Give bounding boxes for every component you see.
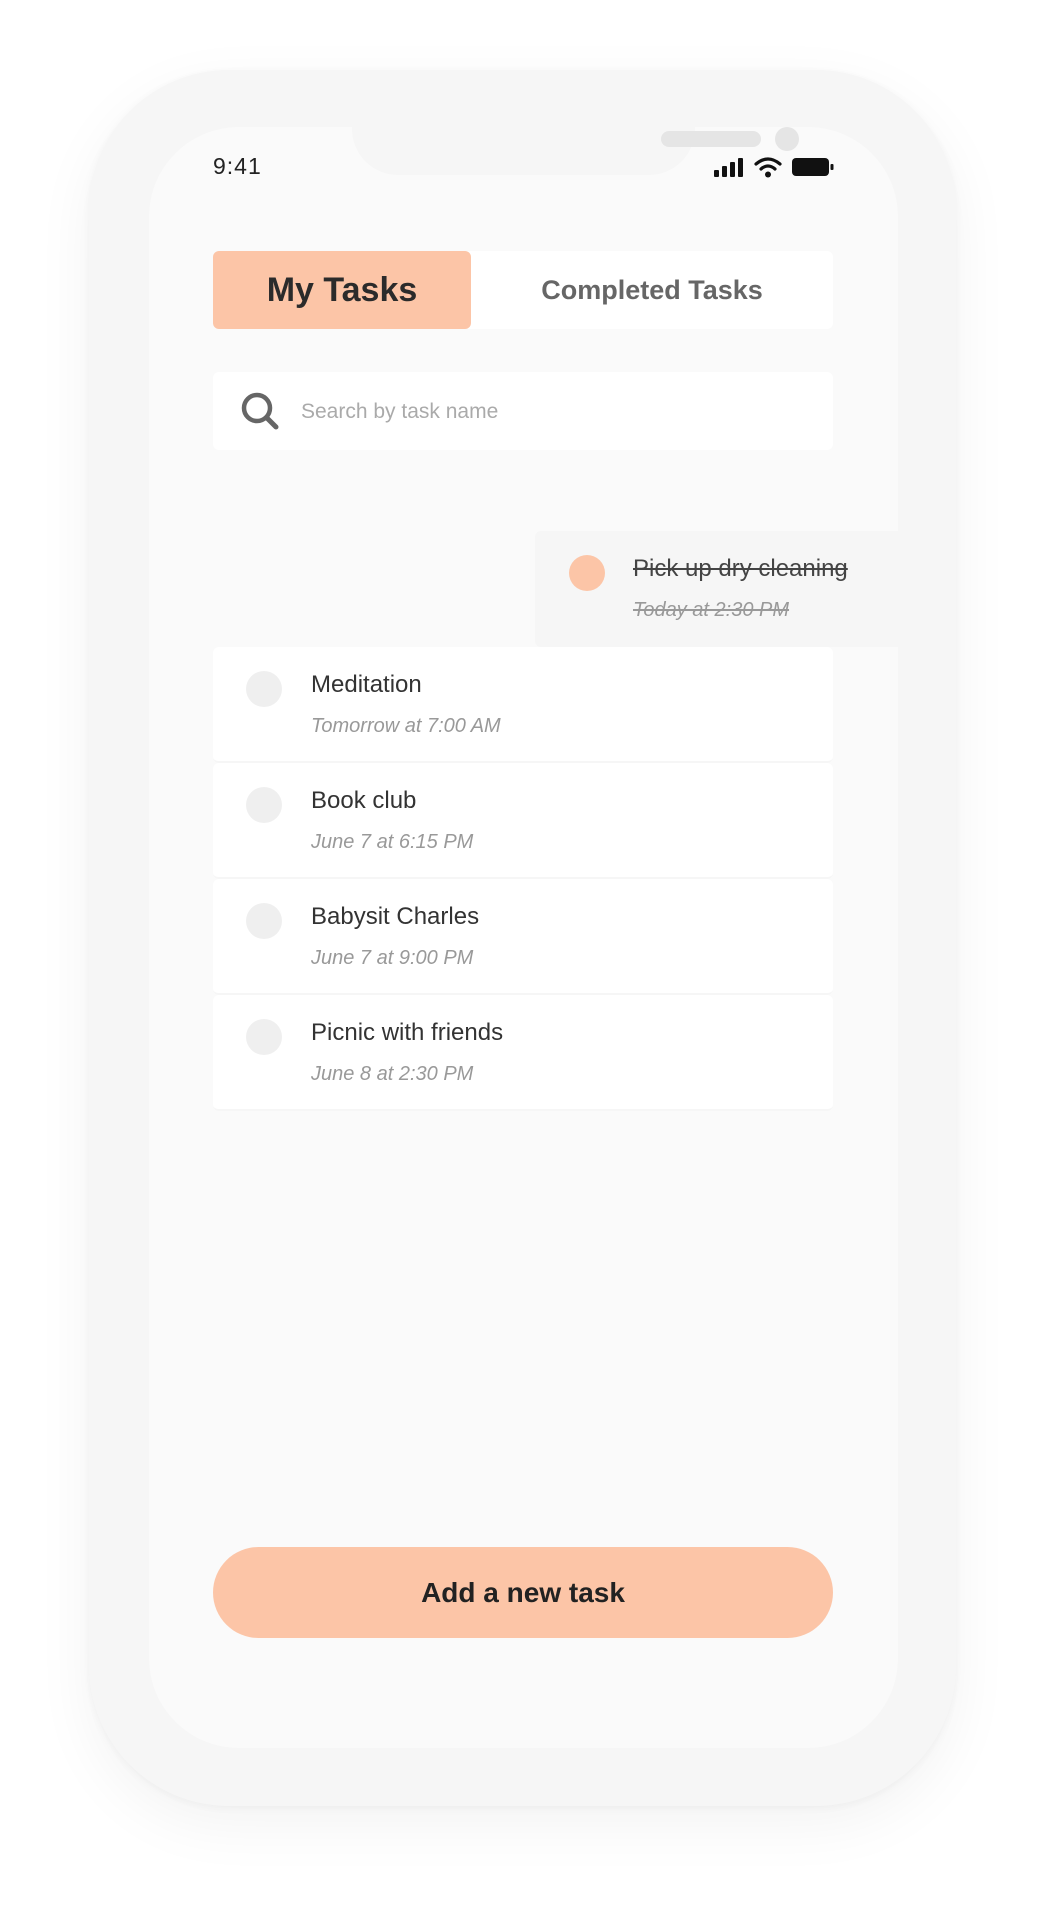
task-list: Meditation Tomorrow at 7:00 AM Book club… (213, 647, 833, 1111)
task-checkbox[interactable] (246, 903, 282, 939)
task-checkbox[interactable] (246, 671, 282, 707)
swiped-task-item[interactable]: Pick up dry cleaning Today at 2:30 PM (535, 531, 898, 647)
task-title: Picnic with friends (311, 1019, 504, 1046)
search-input[interactable] (299, 372, 803, 452)
task-checkbox-checked[interactable] (569, 555, 605, 591)
wifi-icon (754, 157, 782, 178)
stage: 9:41 My Tasks Completed Tasks Search by … (0, 0, 1046, 1920)
task-checkbox[interactable] (246, 787, 282, 823)
task-title: Meditation (311, 671, 422, 698)
task-due-date: Tomorrow at 7:00 AM (311, 715, 501, 737)
task-item[interactable]: Picnic with friends June 8 at 2:30 PM (213, 995, 833, 1111)
task-item[interactable]: Meditation Tomorrow at 7:00 AM (213, 647, 833, 763)
tab-bar: My Tasks Completed Tasks (213, 251, 833, 329)
task-due-date: Today at 2:30 PM (633, 599, 790, 621)
status-time: 9:41 (213, 153, 262, 179)
phone-screen: 9:41 My Tasks Completed Tasks Search by … (149, 127, 898, 1748)
task-title: Book club (311, 787, 417, 814)
battery-icon (792, 158, 834, 176)
task-title: Pick up dry cleaning (633, 555, 848, 582)
signal-icon (714, 158, 743, 177)
search-icon (241, 392, 279, 430)
task-due-date: June 7 at 6:15 PM (311, 831, 474, 853)
status-icons (714, 155, 834, 179)
notch (352, 127, 799, 175)
task-title: Babysit Charles (311, 903, 480, 930)
task-due-date: June 8 at 2:30 PM (311, 1063, 474, 1085)
front-camera (775, 127, 799, 151)
search-bar (213, 372, 833, 452)
add-task-button[interactable]: Add a new task (213, 1547, 833, 1638)
task-checkbox[interactable] (246, 1019, 282, 1055)
task-item[interactable]: Book club June 7 at 6:15 PM (213, 763, 833, 879)
tab-my-tasks[interactable]: My Tasks (213, 251, 471, 329)
speaker-grille (661, 131, 761, 147)
task-due-date: June 7 at 9:00 PM (311, 947, 474, 969)
task-item[interactable]: Babysit Charles June 7 at 9:00 PM (213, 879, 833, 995)
tab-completed-tasks[interactable]: Completed Tasks (471, 251, 833, 329)
